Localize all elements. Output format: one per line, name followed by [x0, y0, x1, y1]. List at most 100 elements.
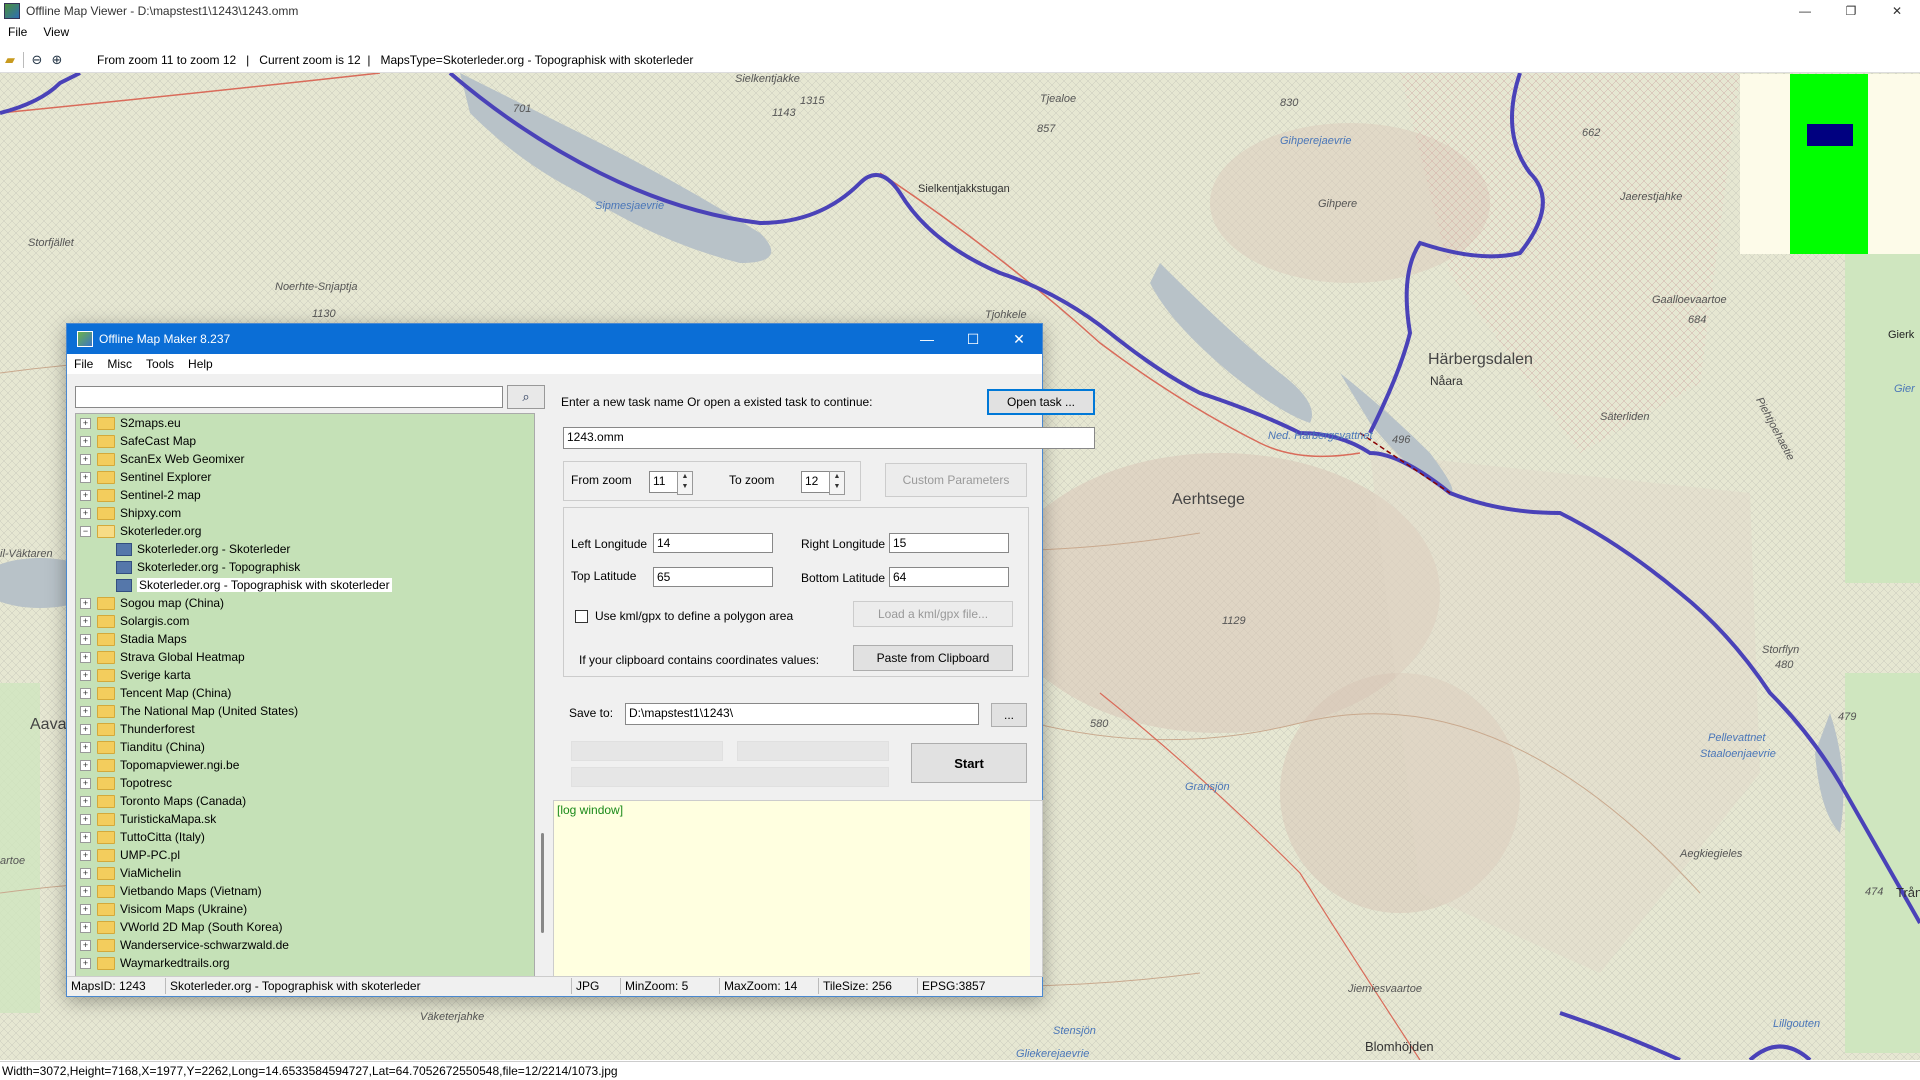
top-latitude-input[interactable]: 65	[653, 567, 773, 587]
paste-from-clipboard-button[interactable]: Paste from Clipboard	[853, 645, 1013, 671]
expand-icon[interactable]: +	[80, 453, 91, 465]
scrollbar-thumb[interactable]	[541, 833, 544, 933]
tree-item[interactable]: + Sentinel-2 map	[76, 486, 534, 504]
tree-item[interactable]: + Waymarkedtrails.org	[76, 954, 534, 972]
tree-item[interactable]: + Sverige karta	[76, 666, 534, 684]
search-button[interactable]: ⌕	[507, 385, 545, 409]
save-path-input[interactable]: D:\mapstest1\1243\	[625, 703, 979, 725]
expand-icon[interactable]: +	[80, 921, 91, 933]
dialog-menu-help[interactable]: Help	[181, 357, 220, 371]
open-folder-icon[interactable]: ▰	[0, 50, 20, 70]
tree-leaf[interactable]: Skoterleder.org - Topographisk	[76, 558, 534, 576]
maximize-button[interactable]: ❐	[1828, 0, 1874, 22]
tree-item[interactable]: + Sogou map (China)	[76, 594, 534, 612]
expand-icon[interactable]: +	[80, 741, 91, 753]
expand-icon[interactable]: +	[80, 489, 91, 501]
collapse-icon[interactable]: −	[80, 525, 91, 537]
expand-icon[interactable]: +	[80, 435, 91, 447]
tree-scrollbar[interactable]	[539, 413, 547, 975]
expand-icon[interactable]: +	[80, 507, 91, 519]
overview-minimap[interactable]	[1740, 74, 1920, 254]
tree-item[interactable]: + Solargis.com	[76, 612, 534, 630]
expand-icon[interactable]: +	[80, 597, 91, 609]
from-zoom-spinner[interactable]: ▲ ▼	[677, 471, 693, 495]
log-window[interactable]: [log window]	[553, 800, 1043, 977]
tree-item[interactable]: + TuttoCitta (Italy)	[76, 828, 534, 846]
tree-item-expanded[interactable]: − Skoterleder.org	[76, 522, 534, 540]
expand-icon[interactable]: +	[80, 831, 91, 843]
tree-item[interactable]: + Tianditu (China)	[76, 738, 534, 756]
tree-item[interactable]: + ScanEx Web Geomixer	[76, 450, 534, 468]
expand-icon[interactable]: +	[80, 885, 91, 897]
tree-item[interactable]: + Vietbando Maps (Vietnam)	[76, 882, 534, 900]
close-button[interactable]: ✕	[1874, 0, 1920, 22]
tree-item[interactable]: + The National Map (United States)	[76, 702, 534, 720]
tree-item[interactable]: + Thunderforest	[76, 720, 534, 738]
tree-item[interactable]: + Strava Global Heatmap	[76, 648, 534, 666]
expand-icon[interactable]: +	[80, 705, 91, 717]
dialog-close-button[interactable]: ✕	[996, 324, 1042, 354]
expand-icon[interactable]: +	[80, 813, 91, 825]
to-zoom-input[interactable]: 12	[801, 471, 831, 493]
tree-item[interactable]: + UMP-PC.pl	[76, 846, 534, 864]
bottom-latitude-input[interactable]: 64	[889, 567, 1009, 587]
start-button[interactable]: Start	[911, 743, 1027, 783]
expand-icon[interactable]: +	[80, 417, 91, 429]
tree-item[interactable]: + S2maps.eu	[76, 414, 534, 432]
minimap-viewport[interactable]	[1807, 124, 1853, 146]
expand-icon[interactable]: +	[80, 669, 91, 681]
zoom-out-icon[interactable]: ⊖	[27, 50, 47, 70]
open-task-button[interactable]: Open task ...	[987, 389, 1095, 415]
expand-icon[interactable]: +	[80, 723, 91, 735]
expand-icon[interactable]: +	[80, 903, 91, 915]
expand-icon[interactable]: +	[80, 777, 91, 789]
menu-file[interactable]: File	[0, 25, 35, 39]
dialog-menu-tools[interactable]: Tools	[139, 357, 181, 371]
log-scrollbar[interactable]	[1030, 801, 1042, 976]
tree-item[interactable]: + TuristickaMapa.sk	[76, 810, 534, 828]
custom-parameters-button[interactable]: Custom Parameters	[885, 463, 1027, 497]
left-longitude-input[interactable]: 14	[653, 533, 773, 553]
minimize-button[interactable]: —	[1782, 0, 1828, 22]
expand-icon[interactable]: +	[80, 687, 91, 699]
expand-icon[interactable]: +	[80, 867, 91, 879]
tree-item[interactable]: + Visicom Maps (Ukraine)	[76, 900, 534, 918]
from-zoom-input[interactable]: 11	[649, 471, 679, 493]
map-source-tree[interactable]: + S2maps.eu + SafeCast Map + ScanEx Web Geo…	[75, 413, 535, 977]
dialog-menu-file[interactable]: File	[67, 357, 100, 371]
expand-icon[interactable]: +	[80, 471, 91, 483]
tree-item[interactable]: + Sentinel Explorer	[76, 468, 534, 486]
load-kml-button[interactable]: Load a kml/gpx file...	[853, 601, 1013, 627]
tree-item[interactable]: + Toronto Maps (Canada)	[76, 792, 534, 810]
tree-item[interactable]: + Tencent Map (China)	[76, 684, 534, 702]
search-input[interactable]	[75, 386, 503, 408]
tree-item[interactable]: + VWorld 2D Map (South Korea)	[76, 918, 534, 936]
to-zoom-spinner[interactable]: ▲ ▼	[829, 471, 845, 495]
tree-item[interactable]: + Wanderservice-schwarzwald.de	[76, 936, 534, 954]
kml-checkbox[interactable]	[575, 610, 588, 623]
tree-item[interactable]: + Stadia Maps	[76, 630, 534, 648]
zoom-in-icon[interactable]: ⊕	[47, 50, 67, 70]
browse-button[interactable]: ...	[991, 703, 1027, 727]
tree-item[interactable]: + SafeCast Map	[76, 432, 534, 450]
tree-item[interactable]: + Shipxy.com	[76, 504, 534, 522]
tree-leaf-selected[interactable]: Skoterleder.org - Topographisk with skot…	[76, 576, 534, 594]
expand-icon[interactable]: +	[80, 759, 91, 771]
tree-leaf[interactable]: Skoterleder.org - Skoterleder	[76, 540, 534, 558]
tree-item[interactable]: + ViaMichelin	[76, 864, 534, 882]
tree-item[interactable]: + Topotresc	[76, 774, 534, 792]
expand-icon[interactable]: +	[80, 795, 91, 807]
expand-icon[interactable]: +	[80, 633, 91, 645]
expand-icon[interactable]: +	[80, 849, 91, 861]
task-name-input[interactable]: 1243.omm	[563, 427, 1095, 449]
dialog-menu-misc[interactable]: Misc	[100, 357, 139, 371]
right-longitude-input[interactable]: 15	[889, 533, 1009, 553]
expand-icon[interactable]: +	[80, 651, 91, 663]
expand-icon[interactable]: +	[80, 939, 91, 951]
dialog-maximize-button[interactable]: ☐	[950, 324, 996, 354]
menu-view[interactable]: View	[35, 25, 77, 39]
dialog-minimize-button[interactable]: —	[904, 324, 950, 354]
tree-item[interactable]: + Topomapviewer.ngi.be	[76, 756, 534, 774]
expand-icon[interactable]: +	[80, 957, 91, 969]
expand-icon[interactable]: +	[80, 615, 91, 627]
